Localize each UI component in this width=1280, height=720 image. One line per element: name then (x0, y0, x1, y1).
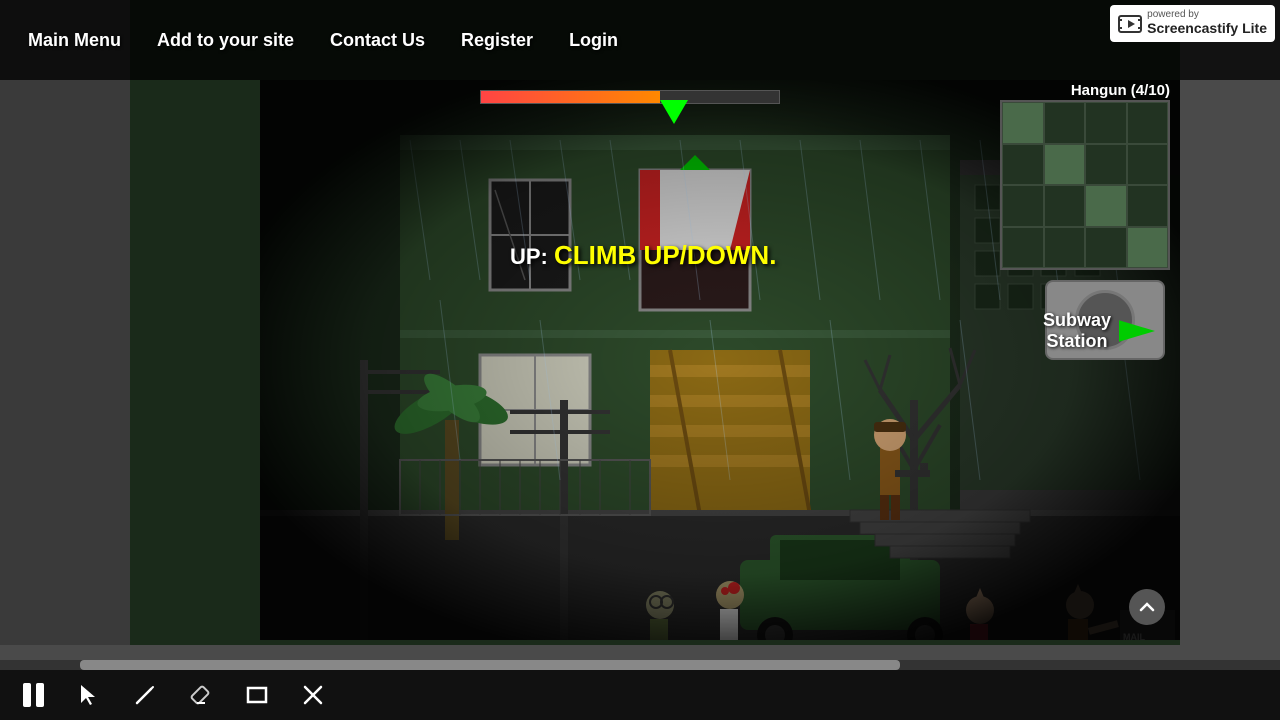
rectangle-icon (245, 683, 269, 707)
minimap-cell (1085, 227, 1127, 269)
subway-station-sign: Subway Station (1043, 310, 1155, 352)
game-area[interactable]: MAIL (130, 0, 1180, 645)
minimap-cell (1127, 185, 1169, 227)
minimap-cell (1002, 102, 1044, 144)
screencastify-badge: powered by Screencastify Lite (1110, 5, 1275, 42)
minimap-cell (1002, 227, 1044, 269)
minimap-cell (1127, 227, 1169, 269)
pencil-tool-button[interactable] (127, 677, 163, 713)
minimap-cell (1127, 102, 1169, 144)
highlighter-icon (189, 683, 213, 707)
subway-station-label: Subway Station (1043, 310, 1111, 352)
minimap-cell (1127, 144, 1169, 186)
left-sidebar (0, 0, 130, 645)
register-button[interactable]: Register (443, 22, 551, 59)
pause-button[interactable] (15, 677, 51, 713)
scroll-up-button[interactable] (1129, 589, 1165, 625)
scroll-thumb[interactable] (80, 660, 900, 670)
minimap-cell (1044, 144, 1086, 186)
bottom-scrollbar[interactable] (0, 660, 1280, 670)
minimap-cell (1085, 102, 1127, 144)
minimap-cell (1085, 185, 1127, 227)
close-icon (301, 683, 325, 707)
close-tool-button[interactable] (295, 677, 331, 713)
minimap-cell (1044, 227, 1086, 269)
health-bar (481, 91, 660, 103)
top-navigation: Main Menu Add to your site Contact Us Re… (0, 0, 1280, 80)
chevron-up-icon (1138, 598, 1156, 616)
health-bar-container (480, 90, 780, 104)
contact-us-button[interactable]: Contact Us (312, 22, 443, 59)
bottom-toolbar (0, 670, 1280, 720)
minimap-cell (1002, 144, 1044, 186)
minimap-cell (1002, 185, 1044, 227)
cursor-tool-button[interactable] (71, 677, 107, 713)
tutorial-text: UP: CLIMB UP/DOWN. (510, 240, 776, 271)
highlighter-tool-button[interactable] (183, 677, 219, 713)
pause-icon (23, 683, 44, 707)
minimap-cell (1044, 102, 1086, 144)
login-button[interactable]: Login (551, 22, 636, 59)
rectangle-tool-button[interactable] (239, 677, 275, 713)
minimap (1000, 100, 1170, 270)
minimap-cell (1044, 185, 1086, 227)
film-icon (1118, 12, 1142, 36)
cursor-icon (77, 683, 101, 707)
minimap-cell (1085, 144, 1127, 186)
screencastify-text: powered by Screencastify Lite (1147, 9, 1267, 38)
add-to-site-button[interactable]: Add to your site (139, 22, 312, 59)
pencil-icon (133, 683, 157, 707)
location-indicator: Hangun (4/10) (1071, 82, 1170, 99)
subway-arrow-button[interactable] (1119, 313, 1155, 349)
main-menu-button[interactable]: Main Menu (10, 22, 139, 59)
player-arrow-indicator (660, 100, 688, 124)
